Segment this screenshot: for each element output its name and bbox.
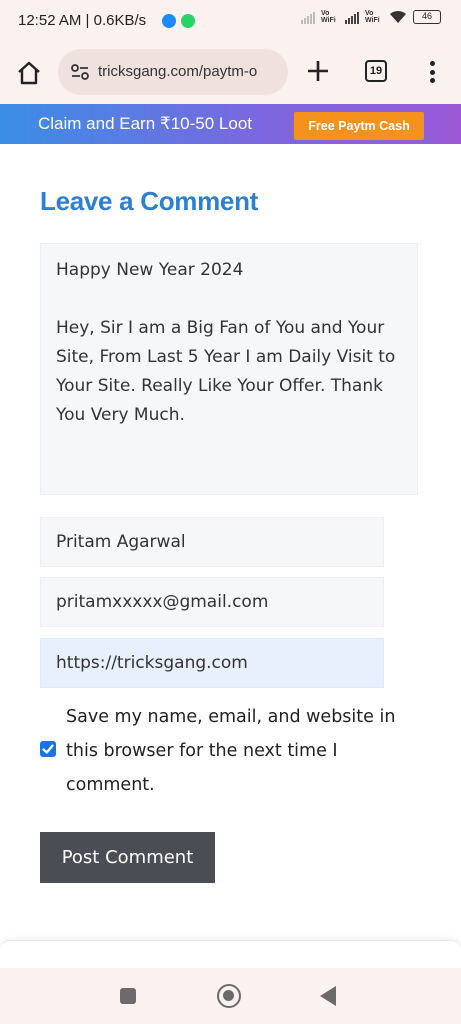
page-title: Leave a Comment: [40, 186, 259, 216]
banner-text: Claim and Earn ₹10-50 Loot: [38, 114, 252, 133]
email-field[interactable]: pritamxxxxx@gmail.com: [40, 577, 384, 627]
battery-indicator: 46: [413, 10, 441, 24]
site-settings-icon[interactable]: [71, 64, 89, 80]
browser-toolbar: tricksgang.com/paytm-o 19: [0, 44, 461, 104]
system-nav-bar: [0, 968, 461, 1024]
post-comment-button[interactable]: Post Comment: [40, 832, 215, 883]
promo-banner[interactable]: Claim and Earn ₹10-50 Loot Free Paytm Ca…: [0, 104, 461, 144]
url-text[interactable]: tricksgang.com/paytm-o: [98, 63, 257, 80]
bottom-sheet: [0, 940, 461, 970]
free-paytm-cash-button[interactable]: Free Paytm Cash: [294, 112, 424, 140]
website-field[interactable]: https://tricksgang.com: [40, 638, 384, 688]
checkmark-icon: [42, 744, 54, 754]
status-bar: 12:52 AM | 0.6KB/s Vo WiFi Vo WiFi 46: [0, 0, 461, 44]
address-bar[interactable]: tricksgang.com/paytm-o: [58, 49, 288, 95]
vowifi-label-2: Vo WiFi: [365, 10, 380, 24]
new-tab-icon[interactable]: [305, 58, 331, 84]
recents-icon[interactable]: [120, 988, 136, 1004]
consent-label: Save my name, email, and website in this…: [66, 707, 396, 795]
signal-icon: [301, 10, 315, 24]
messenger-icon: [162, 14, 176, 28]
signal-icon-2: [345, 10, 359, 24]
whatsapp-icon: [181, 14, 195, 28]
more-menu-icon[interactable]: [424, 58, 440, 86]
name-field[interactable]: Pritam Agarwal: [40, 517, 384, 567]
back-icon[interactable]: [320, 986, 336, 1006]
status-time: 12:52 AM | 0.6KB/s: [18, 12, 147, 29]
status-icons: Vo WiFi Vo WiFi 46: [301, 10, 441, 24]
wifi-icon: [390, 10, 406, 23]
comment-textarea[interactable]: Happy New Year 2024 Hey, Sir I am a Big …: [40, 243, 418, 495]
home-icon[interactable]: [14, 58, 44, 88]
vowifi-label-1: Vo WiFi: [321, 10, 336, 24]
tab-switcher-icon[interactable]: 19: [365, 60, 387, 82]
home-circle-icon[interactable]: [217, 984, 241, 1008]
consent-checkbox[interactable]: [40, 741, 56, 757]
